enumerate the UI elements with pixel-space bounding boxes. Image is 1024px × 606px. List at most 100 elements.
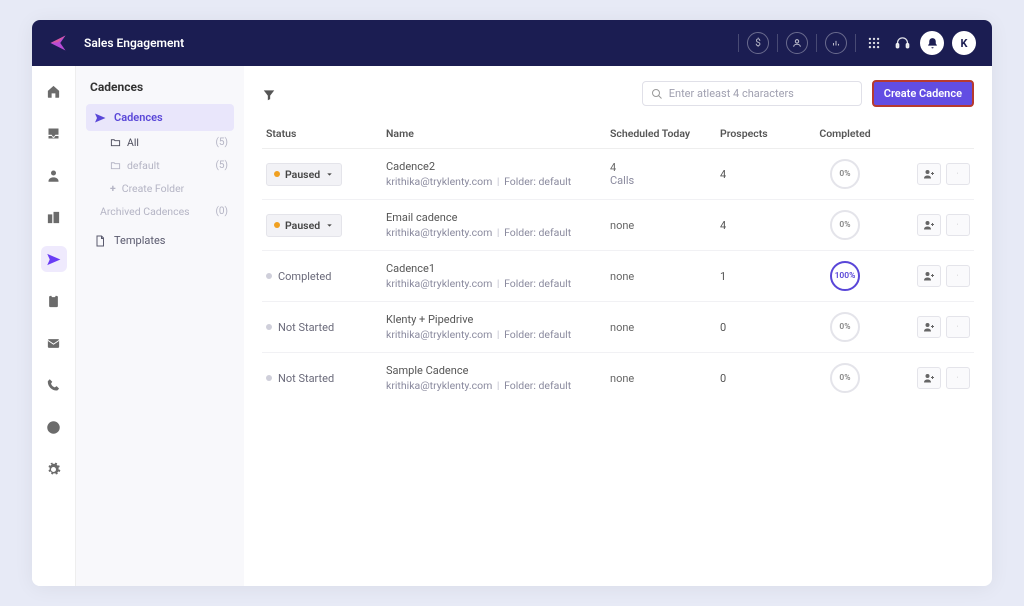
rail-reports-icon[interactable] bbox=[41, 414, 67, 440]
notifications-icon[interactable] bbox=[920, 31, 944, 55]
completion-badge: 0% bbox=[830, 363, 860, 393]
document-icon bbox=[94, 235, 106, 247]
billing-icon[interactable]: $ bbox=[747, 32, 769, 54]
main: Create Cadence Status Name Scheduled Tod… bbox=[244, 66, 992, 586]
completion-badge: 0% bbox=[830, 210, 860, 240]
chevron-down-icon bbox=[325, 170, 334, 179]
col-status: Status bbox=[266, 127, 386, 140]
completion-badge: 100% bbox=[830, 261, 860, 291]
account-icon[interactable] bbox=[786, 32, 808, 54]
col-prospects: Prospects bbox=[720, 127, 800, 140]
status-label: Not Started bbox=[266, 321, 334, 334]
app-frame: Sales Engagement $ K bbox=[32, 20, 992, 586]
sidebar-item-label: Templates bbox=[114, 234, 165, 247]
sidebar-item-cadences[interactable]: Cadences bbox=[86, 104, 234, 131]
status-dot-icon bbox=[266, 375, 272, 381]
divider bbox=[738, 34, 739, 52]
table-row[interactable]: Paused Email cadence krithika@tryklenty.co… bbox=[262, 200, 974, 251]
scheduled-value: 4 bbox=[610, 161, 720, 174]
sidebar: Cadences Cadences All (5) default (5) bbox=[76, 66, 244, 586]
rail-companies-icon[interactable] bbox=[41, 204, 67, 230]
status-dot-icon bbox=[274, 222, 280, 228]
chevron-down-icon bbox=[325, 221, 334, 230]
col-name: Name bbox=[386, 127, 610, 140]
table-row[interactable]: Completed Cadence1 krithika@tryklenty.com … bbox=[262, 251, 974, 302]
sidebar-folder-all[interactable]: All (5) bbox=[86, 131, 234, 154]
scheduled-value: none bbox=[610, 321, 720, 334]
cadence-meta: krithika@tryklenty.com | Folder: default bbox=[386, 379, 610, 392]
cadence-name: Cadence1 bbox=[386, 262, 610, 275]
status-dropdown[interactable]: Paused bbox=[266, 214, 342, 237]
more-actions-button[interactable] bbox=[946, 367, 970, 389]
completion-badge: 0% bbox=[830, 159, 860, 189]
rail-tasks-icon[interactable] bbox=[41, 288, 67, 314]
add-prospect-button[interactable] bbox=[917, 163, 941, 185]
add-prospect-button[interactable] bbox=[917, 214, 941, 236]
folder-icon bbox=[110, 137, 121, 148]
table-body: Paused Cadence2 krithika@tryklenty.com | F… bbox=[262, 149, 974, 403]
body: Cadences Cadences All (5) default (5) bbox=[32, 66, 992, 586]
add-prospect-button[interactable] bbox=[917, 367, 941, 389]
topbar-icons: $ K bbox=[738, 31, 976, 55]
status-dot-icon bbox=[266, 324, 272, 330]
folder-icon bbox=[110, 160, 121, 171]
cadence-meta: krithika@tryklenty.com | Folder: default bbox=[386, 328, 610, 341]
cadence-name: Email cadence bbox=[386, 211, 610, 224]
search-input[interactable] bbox=[669, 87, 853, 100]
table-row[interactable]: Not StartedSample Cadencekrithika@trykle… bbox=[262, 353, 974, 403]
support-icon[interactable] bbox=[892, 33, 912, 53]
add-prospect-button[interactable] bbox=[917, 265, 941, 287]
filter-icon[interactable] bbox=[262, 87, 276, 101]
send-icon bbox=[94, 112, 106, 124]
rail-contacts-icon[interactable] bbox=[41, 162, 67, 188]
scheduled-sub: Calls bbox=[610, 174, 720, 187]
topbar: Sales Engagement $ K bbox=[32, 20, 992, 66]
status-dropdown[interactable]: Paused bbox=[266, 163, 342, 186]
toolbar: Create Cadence bbox=[262, 80, 974, 107]
table-row[interactable]: Paused Cadence2 krithika@tryklenty.com | F… bbox=[262, 149, 974, 200]
user-avatar[interactable]: K bbox=[952, 31, 976, 55]
more-actions-button[interactable] bbox=[946, 265, 970, 287]
status-dot-icon bbox=[266, 273, 272, 279]
page-title: Sales Engagement bbox=[84, 36, 738, 50]
nav-rail bbox=[32, 66, 76, 586]
plus-icon: + bbox=[110, 182, 116, 195]
more-actions-button[interactable] bbox=[946, 163, 970, 185]
add-prospect-button[interactable] bbox=[917, 316, 941, 338]
status-label: Completed bbox=[266, 270, 331, 283]
sidebar-create-folder[interactable]: + Create Folder bbox=[86, 177, 234, 200]
rail-mail-icon[interactable] bbox=[41, 330, 67, 356]
create-cadence-button[interactable]: Create Cadence bbox=[872, 80, 974, 107]
prospects-value: 4 bbox=[720, 168, 800, 181]
search-input-wrapper[interactable] bbox=[642, 81, 862, 106]
divider bbox=[855, 34, 856, 52]
table-row[interactable]: Not Started Klenty + Pipedrive krithika@tr… bbox=[262, 302, 974, 353]
divider bbox=[777, 34, 778, 52]
cadence-meta: krithika@tryklenty.com | Folder: default bbox=[386, 226, 610, 239]
sidebar-folder-default[interactable]: default (5) bbox=[86, 154, 234, 177]
scheduled-value: none bbox=[610, 372, 720, 385]
cadence-name: Klenty + Pipedrive bbox=[386, 313, 610, 326]
scheduled-value: none bbox=[610, 219, 720, 232]
table-header: Status Name Scheduled Today Prospects Co… bbox=[262, 119, 974, 149]
rail-home-icon[interactable] bbox=[41, 78, 67, 104]
status-dot-icon bbox=[274, 171, 280, 177]
rail-settings-icon[interactable] bbox=[41, 456, 67, 482]
rail-cadences-icon[interactable] bbox=[41, 246, 67, 272]
cadence-name: Sample Cadence bbox=[386, 364, 610, 377]
prospects-value: 0 bbox=[720, 321, 800, 334]
cadence-meta: krithika@tryklenty.com | Folder: default bbox=[386, 277, 610, 290]
more-actions-button[interactable] bbox=[946, 214, 970, 236]
cadence-name: Cadence2 bbox=[386, 160, 610, 173]
rail-calls-icon[interactable] bbox=[41, 372, 67, 398]
prospects-value: 4 bbox=[720, 219, 800, 232]
apps-icon[interactable] bbox=[864, 33, 884, 53]
rail-inbox-icon[interactable] bbox=[41, 120, 67, 146]
sidebar-item-templates[interactable]: Templates bbox=[86, 227, 234, 254]
cadence-meta: krithika@tryklenty.com | Folder: default bbox=[386, 175, 610, 188]
analytics-icon[interactable] bbox=[825, 32, 847, 54]
sidebar-archived[interactable]: Archived Cadences (0) bbox=[86, 200, 234, 223]
more-actions-button[interactable] bbox=[946, 316, 970, 338]
col-completed: Completed bbox=[800, 127, 890, 140]
divider bbox=[816, 34, 817, 52]
